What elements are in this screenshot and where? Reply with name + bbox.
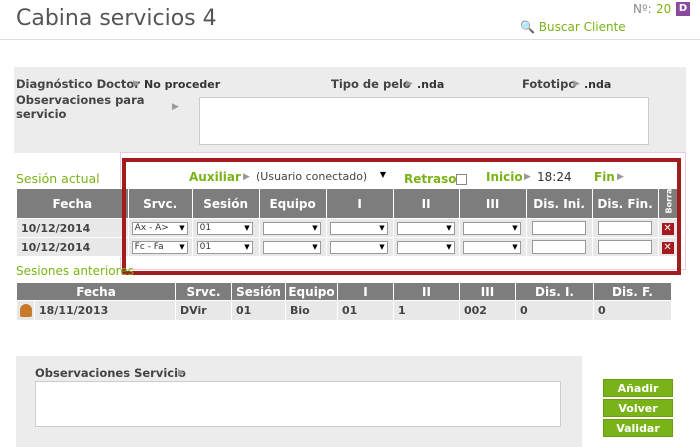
col-header-equipment: Equipo — [285, 282, 338, 301]
search-client-link[interactable]: 🔍 Buscar Cliente — [520, 20, 626, 34]
row-date: 18/11/2013 — [34, 300, 176, 321]
row-i: 01 — [337, 300, 394, 321]
number-label: Nº: — [633, 2, 652, 16]
phototype-label: Fototipo — [522, 77, 577, 91]
search-icon: 🔍 — [520, 20, 535, 34]
col-header-date: Fecha — [16, 188, 129, 219]
col-header-date: Fecha — [16, 282, 176, 301]
service-notes-input[interactable] — [35, 381, 561, 427]
chevron-right-icon: ▶ — [573, 79, 580, 89]
row-dis-f: 0 — [593, 300, 672, 321]
col-header-session: Sesión — [231, 282, 286, 301]
doctor-diagnosis-value: No proceder — [144, 78, 221, 91]
add-button[interactable]: Añadir — [603, 379, 673, 397]
doctor-diagnosis-label: Diagnóstico Doctor — [16, 77, 140, 91]
search-client-label: Buscar Cliente — [538, 20, 626, 34]
col-header-service: Srvc. — [175, 282, 232, 301]
row-date: 10/12/2014 — [16, 218, 129, 238]
chevron-right-icon: ▶ — [406, 79, 413, 89]
current-session-title: Sesión actual — [16, 171, 100, 186]
header-divider — [0, 39, 700, 40]
chevron-right-icon: ▶ — [172, 102, 179, 112]
row-dis-i: 0 — [515, 300, 594, 321]
col-header-i: I — [337, 282, 394, 301]
col-header-dis-f: Dis. F. — [593, 282, 672, 301]
service-notes-textarea[interactable] — [199, 97, 649, 145]
chevron-right-icon: ▶ — [178, 368, 185, 378]
row-service: DVir — [175, 300, 232, 321]
hair-type-label: Tipo de pelo — [331, 77, 411, 91]
row-session: 01 — [231, 300, 286, 321]
phototype-value: .nda — [584, 78, 612, 91]
service-notes-label-line2: servicio — [16, 107, 67, 121]
col-header-iii: III — [459, 282, 516, 301]
number-value: 20 — [656, 2, 672, 16]
user-badge[interactable]: D — [676, 2, 690, 16]
row-iii: 002 — [459, 300, 516, 321]
service-notes-title: Observaciones Servicio — [35, 366, 186, 380]
col-header-dis-i: Dis. I. — [515, 282, 594, 301]
previous-sessions-table: Fecha Srvc. Sesión Equipo I II III Dis. … — [16, 282, 672, 321]
hair-type-value: .nda — [417, 78, 445, 91]
chevron-right-icon: ▶ — [133, 79, 140, 89]
previous-sessions-title: Sesiones anteriores — [16, 264, 134, 278]
service-notes-label-line1: Observaciones para — [16, 93, 145, 107]
table-row[interactable]: 18/11/2013 DVir 01 Bio 01 1 002 0 0 — [16, 300, 672, 321]
highlight-frame — [122, 158, 681, 275]
col-header-ii: II — [393, 282, 460, 301]
page-title: Cabina servicios 4 — [16, 6, 217, 31]
row-date: 10/12/2014 — [16, 237, 129, 257]
row-equipment: Bio — [285, 300, 338, 321]
validate-button[interactable]: Validar — [603, 419, 673, 437]
client-icon[interactable] — [16, 300, 35, 321]
back-button[interactable]: Volver — [603, 399, 673, 417]
row-ii: 1 — [393, 300, 460, 321]
